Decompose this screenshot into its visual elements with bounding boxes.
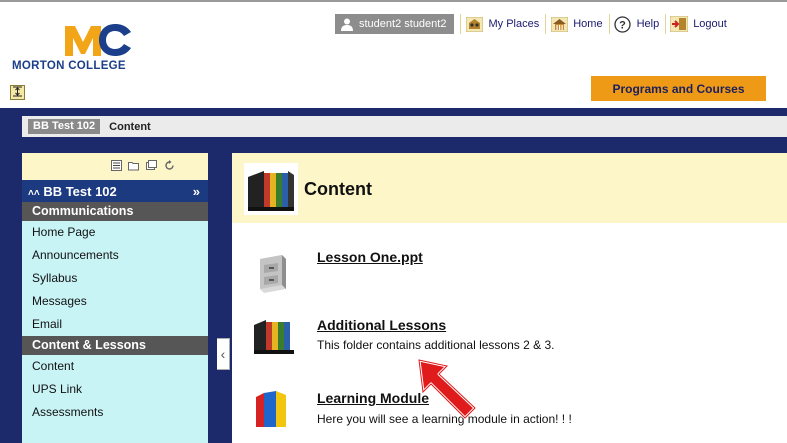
content-item: Learning Module Here you will see a lear…	[232, 363, 787, 443]
breadcrumb: BB Test 102 Content	[22, 116, 787, 137]
logout-label: Logout	[693, 18, 727, 30]
top-navigation: student2 student2 My Places Home ? Help …	[335, 13, 733, 35]
my-places-icon	[465, 16, 483, 33]
resize-icon	[13, 86, 22, 97]
user-icon	[341, 18, 353, 31]
course-menu-title[interactable]: ˄˄ BB Test 102 »	[22, 180, 208, 202]
user-name: student2 student2	[359, 18, 447, 30]
svg-text:?: ?	[619, 19, 626, 31]
programs-and-courses-tab[interactable]: Programs and Courses	[591, 76, 766, 103]
mc-logo-icon	[65, 24, 131, 56]
breadcrumb-course[interactable]: BB Test 102	[28, 119, 101, 134]
content-area: Content Lesson One.ppt Additional Lesson…	[232, 153, 787, 443]
additional-lessons-link[interactable]: Additional Lessons	[317, 317, 446, 333]
course-frame: BB Test 102 Content ˄˄ BB Test 102 » Com…	[0, 108, 787, 443]
logo-text: MORTON COLLEGE	[12, 60, 126, 72]
folder-organizer-icon	[244, 163, 298, 215]
course-menu-list: Communications Home Page Announcements Syll…	[22, 202, 208, 424]
home-icon	[550, 16, 568, 33]
course-title-wrap: ˄˄ BB Test 102	[28, 184, 117, 199]
home-link[interactable]: Home	[545, 14, 608, 34]
menu-item-messages[interactable]: Messages	[22, 290, 208, 313]
help-icon: ?	[614, 15, 632, 33]
lesson-one-link[interactable]: Lesson One.ppt	[317, 249, 423, 265]
menu-section-heading: Communications	[22, 202, 208, 221]
learning-module-link[interactable]: Learning Module	[317, 390, 429, 406]
course-menu: ˄˄ BB Test 102 » Communications Home Page…	[22, 153, 208, 443]
frame-toggle-button[interactable]	[10, 85, 25, 100]
content-item: Additional Lessons This folder contains …	[232, 293, 787, 363]
expand-menu-icon[interactable]: »	[193, 184, 200, 199]
additional-lessons-description: This folder contains additional lessons …	[317, 338, 555, 352]
content-item: Lesson One.ppt	[232, 223, 787, 293]
menu-item-home-page[interactable]: Home Page	[22, 221, 208, 244]
menu-item-assessments[interactable]: Assessments	[22, 401, 208, 424]
menu-item-announcements[interactable]: Announcements	[22, 244, 208, 267]
annotation-arrow-icon	[417, 358, 477, 420]
menu-view-toolbar	[22, 153, 208, 180]
breadcrumb-page: Content	[109, 120, 151, 133]
learning-module-icon	[252, 387, 292, 431]
help-link[interactable]: ? Help	[608, 14, 666, 34]
user-badge: student2 student2	[335, 14, 455, 34]
header: MORTON COLLEGE student2 student2 My Plac…	[0, 0, 787, 108]
logout-icon	[670, 16, 689, 33]
page-title: Content	[304, 179, 372, 199]
course-title: BB Test 102	[43, 183, 117, 199]
home-label: Home	[573, 18, 603, 30]
collapse-up-icon: ˄˄	[28, 187, 40, 199]
help-label: Help	[636, 18, 660, 30]
file-cabinet-icon	[252, 251, 292, 295]
content-header: Content	[232, 153, 787, 223]
menu-item-content[interactable]: Content	[22, 355, 208, 378]
folder-view-icon[interactable]	[128, 160, 139, 171]
my-places-label: My Places	[488, 18, 540, 30]
menu-item-ups-link[interactable]: UPS Link	[22, 378, 208, 401]
my-places-link[interactable]: My Places	[460, 14, 545, 34]
detach-window-icon[interactable]	[146, 160, 157, 171]
menu-item-syllabus[interactable]: Syllabus	[22, 267, 208, 290]
menu-section-heading: Content & Lessons	[22, 336, 208, 355]
folder-organizer-icon	[252, 315, 294, 359]
collapse-menu-button[interactable]: ‹	[217, 338, 230, 370]
college-logo[interactable]: MORTON COLLEGE	[10, 22, 170, 78]
list-view-icon[interactable]	[111, 160, 122, 171]
menu-item-email[interactable]: Email	[22, 313, 208, 336]
refresh-icon[interactable]	[164, 160, 175, 171]
logout-link[interactable]: Logout	[665, 14, 733, 34]
